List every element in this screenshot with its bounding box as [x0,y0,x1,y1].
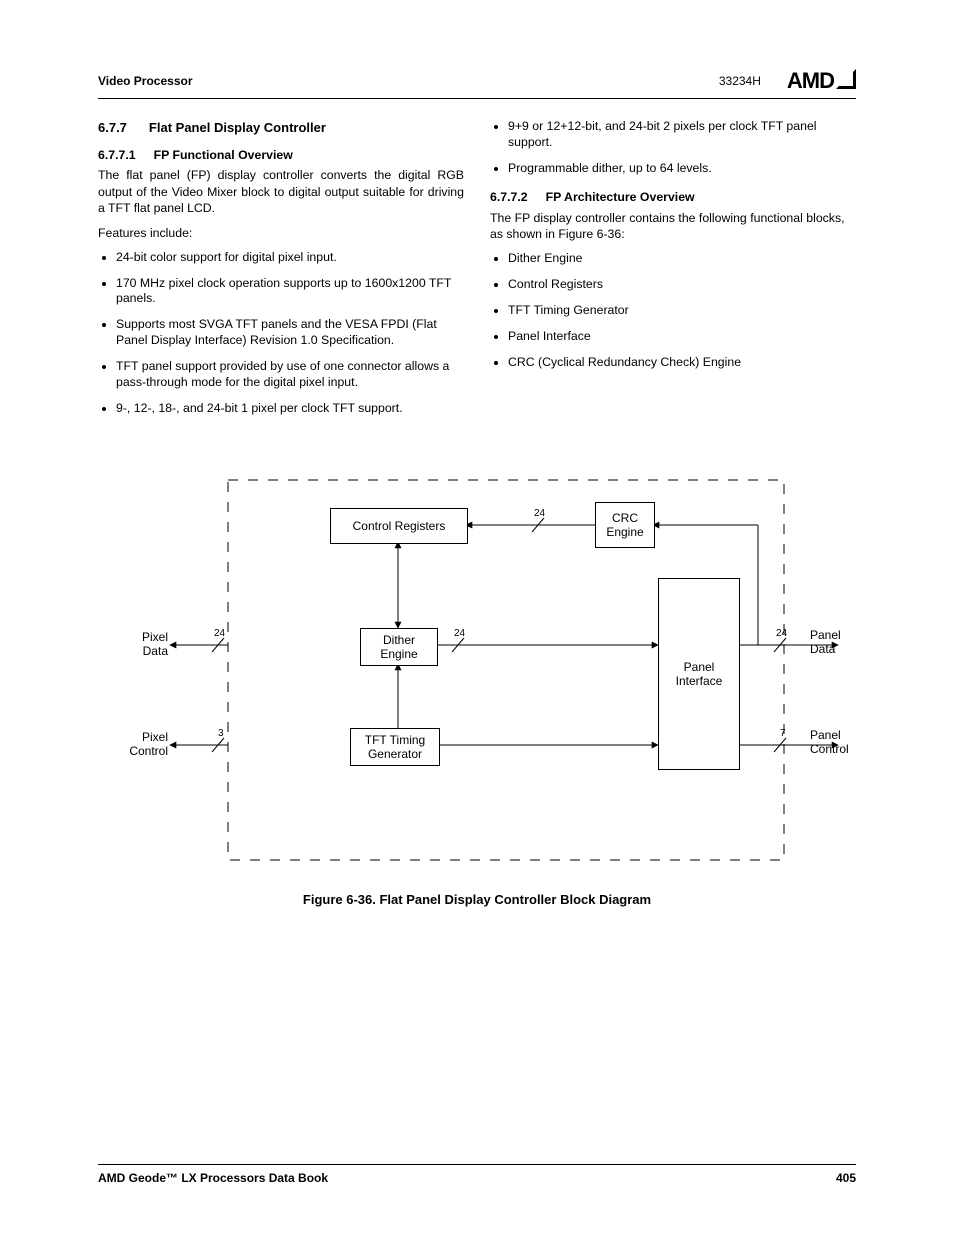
bus-width: 24 [454,628,465,639]
list-item: Programmable dither, up to 64 levels. [508,161,856,177]
page-number: 405 [836,1171,856,1185]
list-item: Control Registers [508,277,856,293]
figure-caption: Figure 6-36. Flat Panel Display Controll… [0,892,954,907]
paragraph: Features include: [98,225,464,242]
amd-arrow-icon [836,69,856,89]
left-column: 6.7.7 Flat Panel Display Controller 6.7.… [98,119,464,427]
list-item: 9+9 or 12+12-bit, and 24-bit 2 pixels pe… [508,119,856,151]
list-item: Supports most SVGA TFT panels and the VE… [116,317,464,349]
document-id: 33234H [719,74,761,88]
list-item: TFT Timing Generator [508,303,856,319]
bus-width: 7 [780,728,786,739]
header-right-group: 33234H AMD [719,68,856,94]
panel-interface-box: Panel Interface [658,578,740,770]
list-item: CRC (Cyclical Redundancy Check) Engine [508,355,856,371]
footer-title: AMD Geode™ LX Processors Data Book [98,1171,328,1185]
list-item: 9-, 12-, 18-, and 24-bit 1 pixel per clo… [116,401,464,417]
subsection-number: 6.7.7.2 [490,189,528,206]
list-item: TFT panel support provided by use of one… [116,359,464,391]
block-diagram: Control Registers CRC Engine Dither Engi… [98,470,856,870]
section-number: 6.7.7 [98,119,127,137]
feature-list-cont: 9+9 or 12+12-bit, and 24-bit 2 pixels pe… [490,119,856,177]
pixel-data-label: Pixel Data [128,630,168,658]
dither-engine-box: Dither Engine [360,628,438,666]
pixel-control-label: Pixel Control [118,730,168,758]
section-heading: 6.7.7 Flat Panel Display Controller [98,119,464,137]
feature-list: 24-bit color support for digital pixel i… [98,250,464,418]
panel-control-label: Panel Control [810,728,856,756]
block-list: Dither Engine Control Registers TFT Timi… [490,251,856,371]
paragraph: The FP display controller contains the f… [490,210,856,243]
page-header: Video Processor 33234H AMD [98,68,856,99]
subsection-heading: 6.7.7.2 FP Architecture Overview [490,189,856,206]
subsection-number: 6.7.7.1 [98,147,136,164]
amd-logo-text: AMD [787,68,834,94]
list-item: 170 MHz pixel clock operation supports u… [116,276,464,308]
control-registers-box: Control Registers [330,508,468,544]
section-title: Flat Panel Display Controller [149,119,326,137]
page: Video Processor 33234H AMD 6.7.7 Flat Pa… [0,0,954,1235]
page-footer: AMD Geode™ LX Processors Data Book 405 [98,1164,856,1185]
amd-logo: AMD [787,68,856,94]
crc-engine-box: CRC Engine [595,502,655,548]
tft-timing-box: TFT Timing Generator [350,728,440,766]
header-section-title: Video Processor [98,74,193,88]
list-item: 24-bit color support for digital pixel i… [116,250,464,266]
paragraph: The flat panel (FP) display controller c… [98,167,464,217]
subsection-title: FP Functional Overview [154,147,293,164]
bus-width: 24 [776,628,787,639]
right-column: 9+9 or 12+12-bit, and 24-bit 2 pixels pe… [490,119,856,427]
text-columns: 6.7.7 Flat Panel Display Controller 6.7.… [98,119,856,427]
panel-data-label: Panel Data [810,628,856,656]
list-item: Dither Engine [508,251,856,267]
bus-width: 24 [214,628,225,639]
diagram-svg [98,470,856,870]
subsection-heading: 6.7.7.1 FP Functional Overview [98,147,464,164]
bus-width: 24 [534,508,545,519]
bus-width: 3 [218,728,224,739]
list-item: Panel Interface [508,329,856,345]
diagram-canvas: Control Registers CRC Engine Dither Engi… [98,470,856,870]
subsection-title: FP Architecture Overview [546,189,695,206]
